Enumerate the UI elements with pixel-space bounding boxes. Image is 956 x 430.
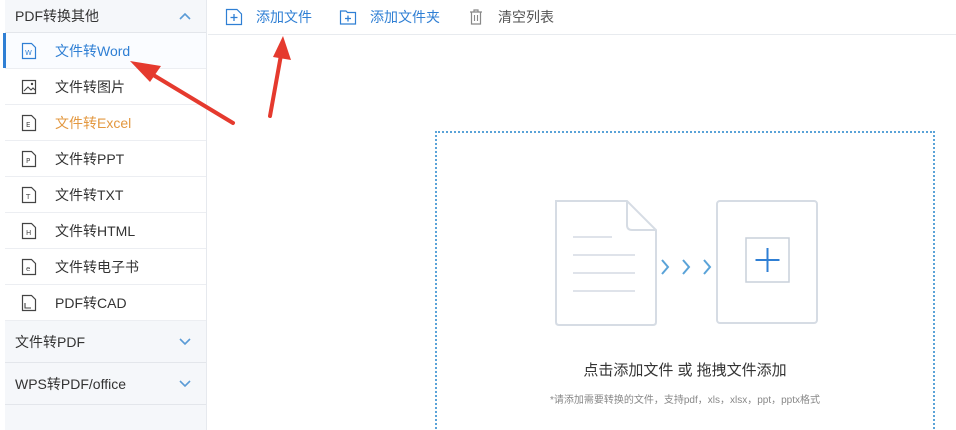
svg-text:T: T [25, 193, 31, 201]
sidebar-group-label: WPS转PDF/office [15, 375, 126, 392]
svg-text:W: W [25, 49, 32, 57]
add-file-button[interactable]: 添加文件 [224, 7, 312, 27]
chevron-right-icons [661, 259, 712, 275]
svg-text:H: H [26, 229, 31, 237]
sidebar-item-to-ebook[interactable]: e 文件转电子书 [5, 249, 206, 285]
chevron-down-icon[interactable] [178, 335, 192, 349]
sidebar-item-label: 文件转电子书 [55, 258, 139, 275]
ppt-file-icon: P [19, 149, 39, 169]
add-box-icon [716, 200, 818, 324]
add-folder-label: 添加文件夹 [370, 9, 440, 25]
toolbar: 添加文件 添加文件夹 清空列表 [208, 0, 956, 35]
add-folder-icon [338, 7, 358, 27]
annotation-arrow-to-add-file [268, 36, 291, 118]
sidebar-item-label: 文件转Excel [55, 114, 132, 131]
svg-text:E: E [26, 121, 30, 129]
add-folder-button[interactable]: 添加文件夹 [338, 7, 440, 27]
clear-list-button[interactable]: 清空列表 [466, 7, 554, 27]
drop-zone-title: 点击添加文件 或 拖拽文件添加 [583, 362, 787, 379]
sidebar: PDF转换其他 W 文件转Word 文件转图片 E 文件转Excel P 文件转… [3, 0, 207, 430]
sidebar-item-to-image[interactable]: 文件转图片 [5, 69, 206, 105]
sidebar-items: W 文件转Word 文件转图片 E 文件转Excel P 文件转PPT T 文件… [3, 33, 206, 321]
cad-file-icon [19, 293, 39, 313]
sidebar-item-label: 文件转Word [55, 42, 131, 59]
sidebar-item-label: 文件转TXT [55, 186, 124, 203]
ebook-file-icon: e [19, 257, 39, 277]
svg-text:e: e [26, 265, 30, 273]
image-icon [19, 77, 39, 97]
trash-icon [466, 7, 486, 27]
html-file-icon: H [19, 221, 39, 241]
drop-illustration [555, 200, 818, 326]
word-file-icon: W [19, 41, 39, 61]
sidebar-group-wps-to-pdf-office[interactable]: WPS转PDF/office [5, 363, 206, 405]
sidebar-item-label: 文件转PPT [55, 150, 125, 167]
sidebar-item-to-html[interactable]: H 文件转HTML [5, 213, 206, 249]
excel-file-icon: E [19, 113, 39, 133]
add-file-icon [224, 7, 244, 27]
svg-text:P: P [26, 157, 30, 165]
sidebar-item-pdf-to-cad[interactable]: PDF转CAD [5, 285, 206, 321]
sidebar-group-pdf-to-other[interactable]: PDF转换其他 [5, 0, 206, 33]
txt-file-icon: T [19, 185, 39, 205]
sidebar-item-to-word[interactable]: W 文件转Word [3, 33, 206, 69]
file-drop-zone[interactable]: 点击添加文件 或 拖拽文件添加 *请添加需要转换的文件，支持pdf，xls，xl… [435, 131, 935, 429]
sidebar-item-label: 文件转HTML [55, 222, 136, 239]
document-icon [555, 200, 657, 326]
sidebar-group-label: 文件转PDF [15, 333, 85, 350]
chevron-up-icon[interactable] [178, 9, 192, 23]
sidebar-item-label: 文件转图片 [55, 78, 125, 95]
sidebar-group-file-to-pdf[interactable]: 文件转PDF [5, 321, 206, 363]
clear-list-label: 清空列表 [498, 9, 554, 25]
sidebar-item-to-ppt[interactable]: P 文件转PPT [5, 141, 206, 177]
sidebar-item-to-excel[interactable]: E 文件转Excel [5, 105, 206, 141]
sidebar-group-label: PDF转换其他 [15, 8, 99, 24]
sidebar-item-label: PDF转CAD [55, 294, 127, 311]
sidebar-item-to-txt[interactable]: T 文件转TXT [5, 177, 206, 213]
drop-zone-hint: *请添加需要转换的文件，支持pdf，xls，xlsx，ppt，pptx格式 [549, 395, 821, 406]
add-file-label: 添加文件 [256, 9, 312, 25]
chevron-down-icon[interactable] [178, 377, 192, 391]
